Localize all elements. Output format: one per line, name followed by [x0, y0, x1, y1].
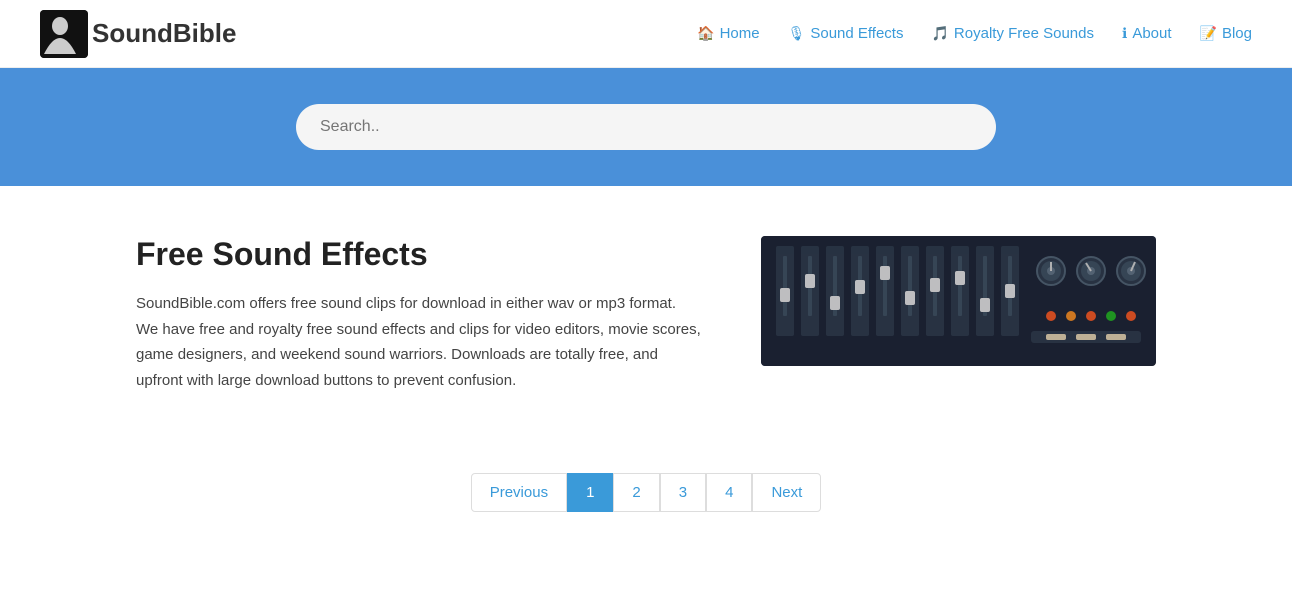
nav-home-link[interactable]: 🏠 Home — [697, 25, 759, 42]
royalty-free-icon: 🎵 — [931, 25, 948, 42]
content-text: Free Sound Effects SoundBible.com offers… — [136, 236, 701, 393]
pagination-page-3[interactable]: 3 — [660, 473, 706, 512]
nav-item-royalty-free: 🎵 Royalty Free Sounds — [931, 25, 1094, 42]
pagination-page-4[interactable]: 4 — [706, 473, 752, 512]
nav-about-link[interactable]: ℹ About — [1122, 25, 1172, 42]
hero-body: SoundBible.com offers free sound clips f… — [136, 291, 701, 393]
nav-item-home: 🏠 Home — [697, 25, 759, 42]
pagination: Previous 1 2 3 4 Next — [0, 433, 1292, 562]
nav-blog-link[interactable]: 📝 Blog — [1200, 25, 1252, 42]
nav-royalty-free-label: Royalty Free Sounds — [954, 25, 1094, 42]
main-content: Free Sound Effects SoundBible.com offers… — [96, 186, 1196, 433]
nav-about-label: About — [1132, 25, 1171, 42]
nav-item-sound-effects: 🎙 Sound Effects — [788, 25, 904, 42]
search-input[interactable] — [296, 104, 996, 150]
logo-link[interactable]: SoundBible — [40, 10, 236, 58]
nav-home-label: Home — [720, 25, 760, 42]
logo-text: SoundBible — [92, 18, 236, 49]
navbar: SoundBible 🏠 Home 🎙 Sound Effects 🎵 Roya… — [0, 0, 1292, 68]
nav-sound-effects-link[interactable]: 🎙 Sound Effects — [788, 25, 904, 42]
logo-bold: Bible — [173, 18, 237, 48]
hero-image — [761, 236, 1156, 366]
page-title: Free Sound Effects — [136, 236, 701, 273]
logo-plain: Sound — [92, 18, 173, 48]
nav-sound-effects-label: Sound Effects — [810, 25, 903, 42]
logo-icon — [40, 10, 88, 58]
pagination-page-1[interactable]: 1 — [567, 473, 613, 512]
nav-item-blog: 📝 Blog — [1200, 25, 1252, 42]
search-banner — [0, 68, 1292, 186]
blog-icon: 📝 — [1200, 25, 1217, 42]
about-icon: ℹ — [1122, 25, 1127, 42]
sound-effects-icon: 🎙 — [788, 25, 806, 42]
pagination-page-2[interactable]: 2 — [613, 473, 659, 512]
nav-blog-label: Blog — [1222, 25, 1252, 42]
pagination-previous[interactable]: Previous — [471, 473, 567, 512]
nav-item-about: ℹ About — [1122, 25, 1172, 42]
pagination-next[interactable]: Next — [752, 473, 821, 512]
nav-links: 🏠 Home 🎙 Sound Effects 🎵 Royalty Free So… — [697, 25, 1252, 42]
home-icon: 🏠 — [697, 25, 714, 42]
nav-royalty-free-link[interactable]: 🎵 Royalty Free Sounds — [931, 25, 1094, 42]
